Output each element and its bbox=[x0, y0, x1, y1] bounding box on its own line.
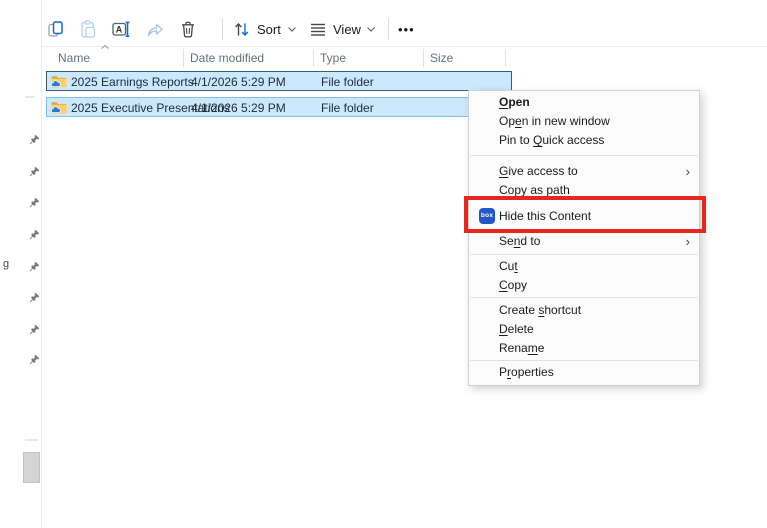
menu-item-open[interactable]: Open bbox=[469, 93, 699, 112]
file-type: File folder bbox=[321, 75, 374, 89]
delete-icon bbox=[178, 19, 198, 39]
nav-scrollbar-thumb[interactable] bbox=[23, 452, 40, 483]
sort-ascending-caret-icon bbox=[100, 44, 110, 50]
menu-separator bbox=[470, 360, 698, 361]
svg-text:A: A bbox=[116, 25, 123, 35]
file-date-modified: 4/1/2026 5:29 PM bbox=[191, 101, 286, 115]
rename-toolbar-button[interactable]: A bbox=[111, 19, 131, 39]
pin-icon bbox=[28, 261, 40, 273]
chevron-down-icon bbox=[366, 26, 376, 33]
file-row[interactable]: 2025 Earnings Reports 4/1/2026 5:29 PM F… bbox=[46, 71, 512, 91]
paste-toolbar-button bbox=[78, 19, 98, 39]
truncated-nav-label: g bbox=[3, 258, 9, 270]
menu-separator bbox=[470, 297, 698, 298]
view-button-label[interactable]: View bbox=[333, 22, 361, 37]
file-name: 2025 Earnings Reports bbox=[71, 75, 194, 89]
menu-item-copy[interactable]: Copy bbox=[469, 276, 699, 295]
column-separator[interactable] bbox=[423, 49, 424, 67]
column-separator[interactable] bbox=[183, 49, 184, 67]
view-icon bbox=[308, 19, 328, 39]
column-separator[interactable] bbox=[313, 49, 314, 67]
rename-icon: A bbox=[111, 19, 131, 39]
sort-icon bbox=[232, 19, 252, 39]
menu-item-pin-to-quick-access[interactable]: Pin to Quick access bbox=[469, 131, 699, 150]
menu-separator bbox=[470, 155, 698, 156]
toolbar-divider bbox=[42, 46, 767, 47]
column-header-size[interactable]: Size bbox=[430, 51, 453, 65]
column-separator[interactable] bbox=[505, 49, 506, 67]
pin-icon bbox=[28, 229, 40, 241]
copy-icon bbox=[46, 19, 66, 39]
pin-icon bbox=[28, 166, 40, 178]
share-toolbar-button bbox=[145, 19, 165, 39]
toolbar-separator bbox=[222, 18, 223, 40]
submenu-arrow-icon: › bbox=[686, 232, 690, 251]
column-header-name[interactable]: Name bbox=[58, 51, 90, 65]
pin-icon bbox=[28, 292, 40, 304]
nav-pane-bottom-dash bbox=[25, 439, 38, 441]
more-options-button[interactable]: ••• bbox=[398, 22, 415, 37]
menu-item-properties[interactable]: Properties bbox=[469, 363, 699, 382]
view-button[interactable] bbox=[308, 19, 328, 39]
file-type: File folder bbox=[321, 101, 374, 115]
submenu-arrow-icon: › bbox=[686, 162, 690, 181]
sort-button-label[interactable]: Sort bbox=[257, 22, 281, 37]
synced-folder-icon bbox=[51, 101, 67, 114]
column-header-date-modified[interactable]: Date modified bbox=[190, 51, 264, 65]
pin-icon bbox=[28, 324, 40, 336]
toolbar-separator bbox=[388, 18, 389, 40]
menu-item-give-access-to[interactable]: Give access to› bbox=[469, 162, 699, 181]
menu-item-create-shortcut[interactable]: Create shortcut bbox=[469, 301, 699, 320]
menu-item-hide-this-content[interactable]: box Hide this Content bbox=[469, 200, 699, 232]
pin-icon bbox=[28, 134, 40, 146]
file-date-modified: 4/1/2026 5:29 PM bbox=[191, 75, 286, 89]
column-header-type[interactable]: Type bbox=[320, 51, 346, 65]
share-icon bbox=[145, 19, 165, 39]
nav-pane-divider bbox=[41, 0, 42, 528]
nav-pane-divider-dash bbox=[25, 96, 35, 98]
menu-item-delete[interactable]: Delete bbox=[469, 320, 699, 339]
synced-folder-icon bbox=[51, 75, 67, 88]
menu-item-cut[interactable]: Cut bbox=[469, 257, 699, 276]
context-menu: Open Open in new window Pin to Quick acc… bbox=[468, 90, 700, 386]
pin-icon bbox=[28, 354, 40, 366]
file-row[interactable]: 2025 Executive Presentations 4/1/2026 5:… bbox=[46, 97, 512, 117]
menu-item-send-to[interactable]: Send to› bbox=[469, 232, 699, 251]
pin-icon bbox=[28, 197, 40, 209]
chevron-down-icon bbox=[287, 26, 297, 33]
menu-item-copy-as-path[interactable]: Copy as path bbox=[469, 181, 699, 200]
copy-toolbar-button[interactable] bbox=[46, 19, 66, 39]
menu-item-open-in-new-window[interactable]: Open in new window bbox=[469, 112, 699, 131]
menu-separator bbox=[470, 254, 698, 255]
paste-icon bbox=[78, 19, 98, 39]
box-icon: box bbox=[479, 208, 495, 224]
menu-item-rename[interactable]: Rename bbox=[469, 339, 699, 358]
delete-toolbar-button[interactable] bbox=[178, 19, 198, 39]
sort-button[interactable] bbox=[232, 19, 252, 39]
